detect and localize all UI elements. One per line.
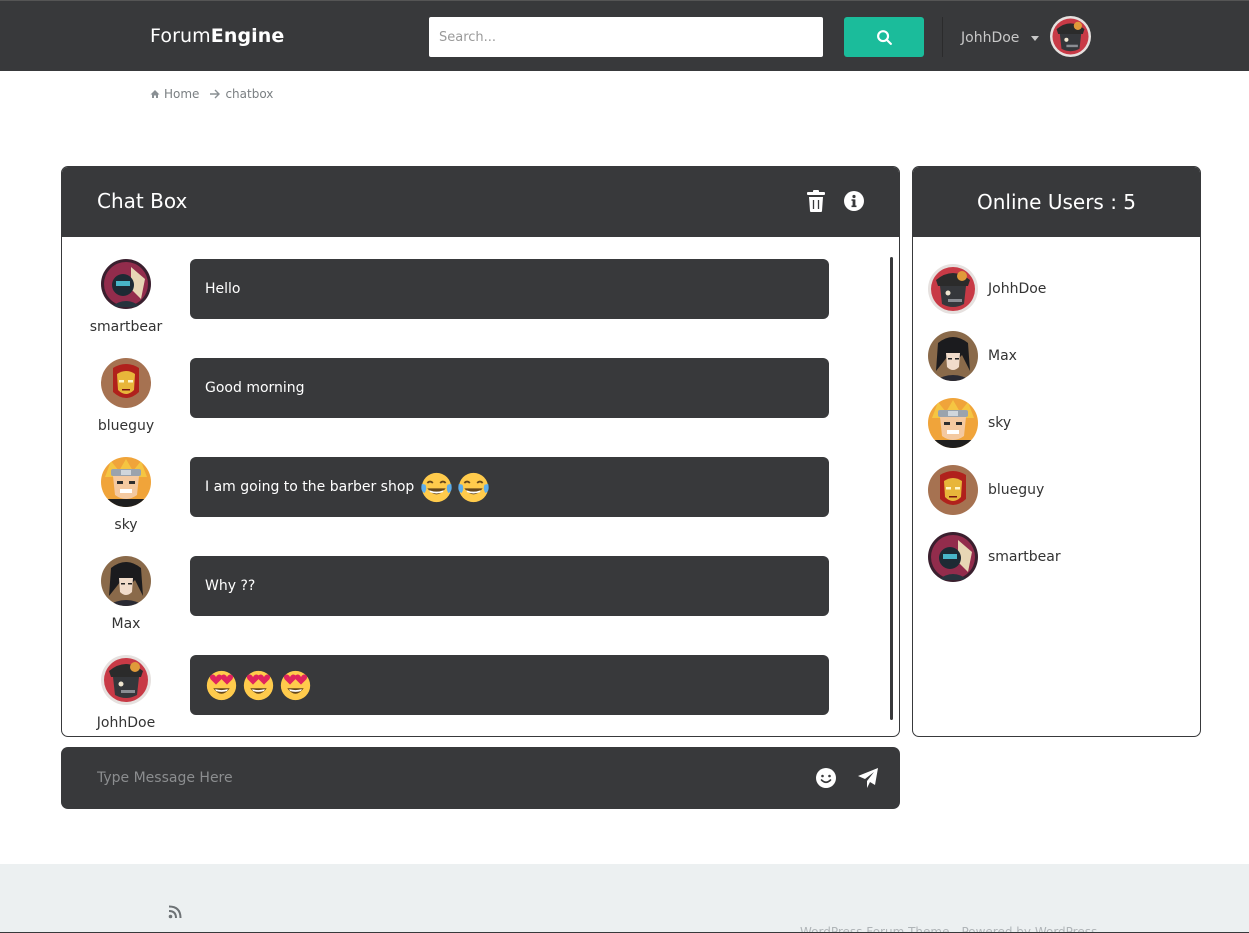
chat-box-title: Chat Box (97, 189, 188, 213)
message-author-name: JohhDoe (96, 715, 156, 731)
home-icon (150, 90, 160, 98)
search-icon (876, 29, 892, 45)
message-text: I am going to the barber shop (205, 479, 415, 495)
trash-icon[interactable] (804, 189, 828, 213)
face-with-tears-of-joy-icon (420, 471, 453, 504)
message-author-name: sky (114, 517, 138, 533)
breadcrumb-current[interactable]: chatbox (225, 87, 273, 101)
message-text: Why ?? (205, 578, 256, 594)
online-users-header: Online Users : 5 (913, 167, 1200, 237)
message-composer (61, 747, 900, 809)
online-user-item[interactable]: sky (913, 389, 1200, 456)
messages-scrollbar[interactable] (890, 257, 893, 720)
avatar (101, 655, 151, 705)
search-input[interactable] (429, 17, 823, 57)
message-row: smartbear Hello (62, 259, 862, 339)
avatar (101, 358, 151, 408)
avatar (928, 465, 978, 515)
message-author[interactable]: blueguy (82, 358, 170, 434)
message-row: blueguy Good morning (62, 358, 862, 438)
message-author-name: Max (111, 616, 141, 632)
avatar (101, 457, 151, 507)
message-row: Max Why ?? (62, 556, 862, 636)
message-text: Hello (205, 281, 241, 297)
message-input[interactable] (85, 758, 785, 798)
caret-down-icon (1031, 35, 1040, 41)
message-bubble: Hello (190, 259, 829, 319)
face-with-tears-of-joy-icon (457, 471, 490, 504)
top-navbar: ForumEngine JohhDoe (0, 0, 1249, 71)
online-user-item[interactable]: JohhDoe (913, 255, 1200, 322)
message-row: sky I am going to the barber shop (62, 457, 862, 537)
heart-eyes-icon (242, 669, 275, 702)
avatar (928, 264, 978, 314)
avatar (928, 532, 978, 582)
breadcrumb: Home chatbox (150, 87, 273, 101)
site-footer: WordPress Forum Theme - Powered by WordP… (0, 864, 1249, 933)
smiley-icon[interactable] (814, 766, 838, 790)
message-bubble: I am going to the barber shop (190, 457, 829, 517)
message-bubble: Why ?? (190, 556, 829, 616)
info-icon[interactable] (842, 189, 866, 213)
message-author-name: smartbear (89, 319, 163, 335)
header-divider (942, 17, 943, 57)
send-icon[interactable] (856, 766, 880, 790)
online-users-title: Online Users : 5 (976, 190, 1137, 214)
breadcrumb-home-link[interactable]: Home (164, 87, 199, 101)
heart-eyes-icon (205, 669, 238, 702)
chat-box-panel: Chat Box smartbear Hello blueguy Good mo… (61, 166, 900, 737)
online-user-item[interactable]: smartbear (913, 523, 1200, 590)
message-author-name: blueguy (97, 418, 155, 434)
online-user-name: smartbear (988, 548, 1061, 565)
avatar (101, 556, 151, 606)
avatar (101, 259, 151, 309)
site-logo[interactable]: ForumEngine (150, 25, 284, 47)
online-user-item[interactable]: Max (913, 322, 1200, 389)
message-author[interactable]: smartbear (82, 259, 170, 335)
header-avatar[interactable] (1050, 16, 1091, 57)
messages-area[interactable]: smartbear Hello blueguy Good morning sky… (62, 237, 899, 736)
brand-bold: Engine (210, 25, 285, 47)
arrow-right-icon (210, 89, 221, 99)
brand-light: Forum (150, 25, 211, 47)
message-row: JohhDoe (62, 655, 862, 735)
online-user-name: JohhDoe (988, 280, 1047, 297)
online-users-panel: Online Users : 5 JohhDoe Max sky blueguy… (912, 166, 1201, 737)
heart-eyes-icon (279, 669, 312, 702)
online-user-name: sky (988, 414, 1012, 431)
online-users-list: JohhDoe Max sky blueguy smartbear (913, 237, 1200, 590)
chat-box-header: Chat Box (62, 167, 899, 237)
avatar (928, 398, 978, 448)
avatar (928, 331, 978, 381)
message-bubble (190, 655, 829, 715)
online-user-item[interactable]: blueguy (913, 456, 1200, 523)
online-user-name: Max (988, 347, 1017, 364)
message-author[interactable]: JohhDoe (82, 655, 170, 731)
header-username: JohhDoe (961, 30, 1020, 46)
message-text: Good morning (205, 380, 305, 396)
rss-icon[interactable] (168, 905, 182, 919)
message-bubble: Good morning (190, 358, 829, 418)
message-author[interactable]: sky (82, 457, 170, 533)
user-menu-toggle[interactable]: JohhDoe (961, 30, 1040, 46)
search-button[interactable] (844, 17, 924, 57)
message-author[interactable]: Max (82, 556, 170, 632)
online-user-name: blueguy (988, 481, 1045, 498)
